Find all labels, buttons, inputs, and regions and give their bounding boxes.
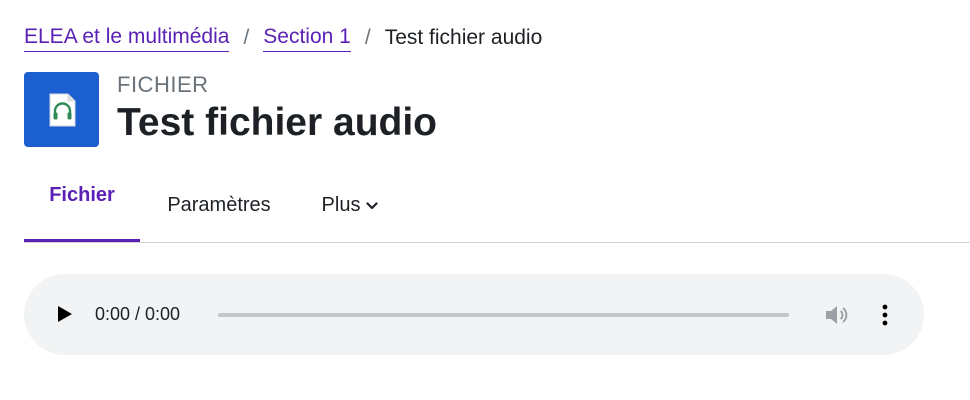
- tab-label: Paramètres: [167, 193, 271, 216]
- progress-slider[interactable]: [218, 313, 789, 317]
- breadcrumb-separator: /: [243, 26, 250, 49]
- play-icon[interactable]: [52, 302, 76, 326]
- more-vertical-icon[interactable]: [874, 302, 896, 328]
- tab-fichier[interactable]: Fichier: [24, 168, 140, 242]
- audio-player: 0:00 / 0:00: [24, 274, 924, 355]
- tab-label: Plus: [321, 193, 361, 216]
- tab-label: Fichier: [49, 184, 115, 206]
- breadcrumb-link-section[interactable]: Section 1: [263, 24, 351, 52]
- breadcrumb: ELEA et le multimédia / Section 1 / Test…: [24, 24, 542, 52]
- breadcrumb-current: Test fichier audio: [384, 26, 543, 49]
- tab-bar: Fichier Paramètres Plus: [24, 168, 970, 243]
- breadcrumb-link-course[interactable]: ELEA et le multimédia: [24, 24, 230, 52]
- time-display: 0:00 / 0:00: [95, 304, 181, 324]
- chevron-down-icon: [366, 194, 379, 217]
- tab-plus[interactable]: Plus: [298, 168, 396, 242]
- tab-parametres[interactable]: Paramètres: [140, 168, 298, 242]
- audio-file-icon: [24, 72, 99, 147]
- volume-icon[interactable]: [824, 302, 850, 328]
- module-type-label: FICHIER: [117, 72, 209, 97]
- page-title: Test fichier audio: [117, 101, 437, 144]
- page-header: FICHIER Test fichier audio: [24, 72, 437, 147]
- breadcrumb-separator: /: [364, 26, 371, 49]
